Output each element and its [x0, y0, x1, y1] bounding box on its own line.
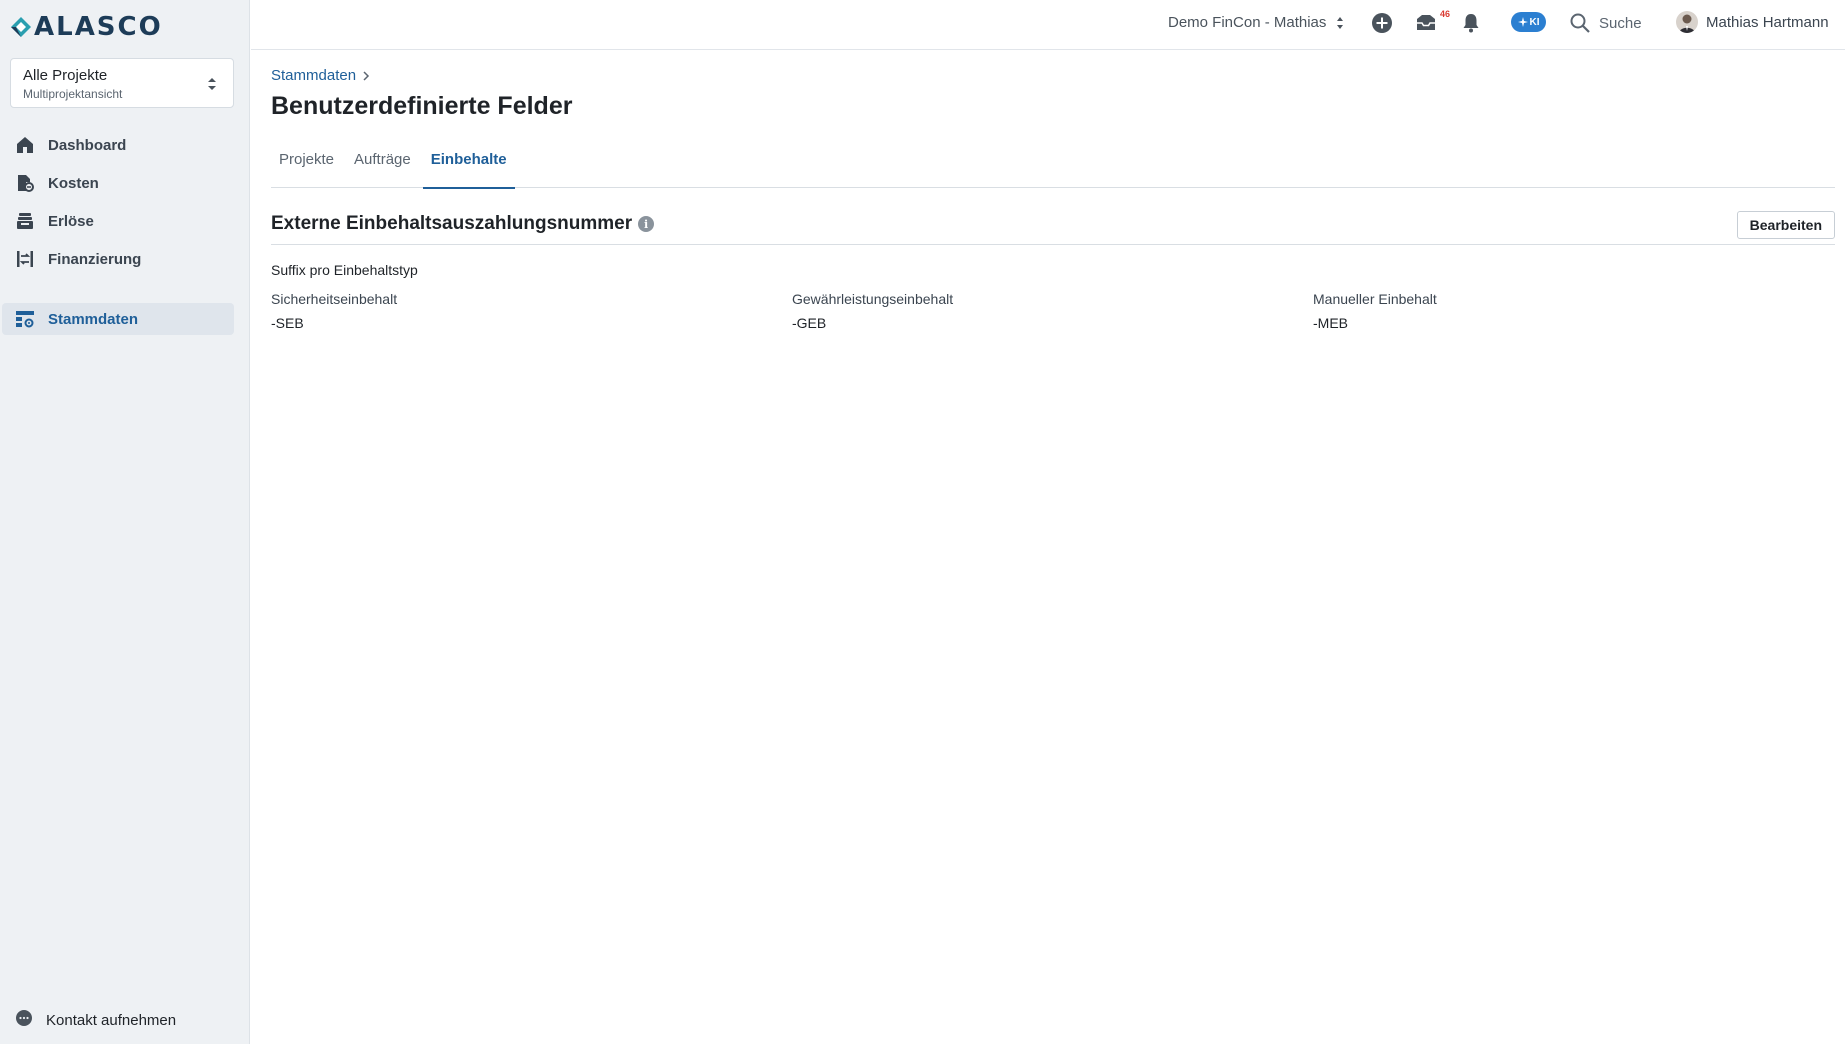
tab-auftraege[interactable]: Aufträge: [346, 144, 419, 188]
field-gewaehrleistungseinbehalt: Gewährleistungseinbehalt -GEB: [792, 291, 953, 331]
section-header: Externe Einbehaltsauszahlungsnummer i Be…: [271, 205, 1835, 245]
home-icon: [15, 135, 35, 155]
field-value: -MEB: [1313, 315, 1348, 331]
financing-icon: [15, 249, 35, 269]
section-title-text: Externe Einbehaltsauszahlungsnummer: [271, 213, 633, 234]
inbox-count-badge: 46: [1440, 9, 1451, 19]
sidebar-nav: Dashboard Kosten Erlöse Finanzierung Sta…: [0, 129, 250, 341]
inbox-icon[interactable]: [1414, 11, 1438, 35]
revenue-icon: [15, 211, 35, 231]
edit-button[interactable]: Bearbeiten: [1736, 211, 1835, 239]
field-value: -GEB: [792, 315, 827, 331]
contact-label: Kontakt aufnehmen: [46, 1011, 177, 1029]
search-icon: [1570, 13, 1590, 33]
chevron-right-icon: [363, 70, 370, 81]
sort-chevrons-icon: [208, 78, 216, 90]
user-menu[interactable]: Mathias Hartmann: [1676, 11, 1829, 33]
breadcrumb-link-stammdaten[interactable]: Stammdaten: [271, 67, 356, 84]
tab-einbehalte[interactable]: Einbehalte: [422, 144, 515, 189]
tab-projekte[interactable]: Projekte: [271, 144, 342, 188]
sidebar-item-dashboard[interactable]: Dashboard: [2, 129, 234, 161]
ai-assistant-button[interactable]: KI: [1511, 12, 1546, 32]
field-sicherheitseinbehalt: Sicherheitseinbehalt -SEB: [271, 291, 397, 331]
sidebar-item-label: Stammdaten: [48, 310, 139, 328]
field-label: Manueller Einbehalt: [1313, 291, 1437, 307]
project-selector-subtitle: Multiprojektansicht: [23, 87, 123, 101]
contact-button[interactable]: Kontakt aufnehmen: [2, 1004, 234, 1036]
search-button[interactable]: Suche: [1569, 12, 1642, 34]
field-manueller-einbehalt: Manueller Einbehalt -MEB: [1313, 291, 1437, 331]
sidebar-item-stammdaten[interactable]: Stammdaten: [2, 303, 234, 335]
sidebar-item-finanzierung[interactable]: Finanzierung: [2, 243, 234, 275]
section-title: Externe Einbehaltsauszahlungsnummer i: [271, 213, 655, 235]
sidebar-item-label: Kosten: [48, 174, 99, 192]
sidebar: ALASCO Alle Projekte Multiprojektansicht…: [0, 0, 250, 1044]
sidebar-item-label: Finanzierung: [48, 250, 142, 268]
sidebar-item-kosten[interactable]: Kosten: [2, 167, 234, 199]
master-data-icon: [15, 309, 35, 329]
app-logo[interactable]: ALASCO: [10, 12, 163, 42]
search-label: Suche: [1599, 14, 1642, 32]
sparkle-icon: [1517, 17, 1528, 27]
avatar: [1676, 11, 1698, 33]
field-label: Gewährleistungseinbehalt: [792, 291, 954, 307]
tenant-name: Demo FinCon - Mathias: [1168, 14, 1327, 31]
ai-assistant-label: KI: [1529, 16, 1540, 28]
bell-icon[interactable]: [1459, 11, 1483, 35]
info-icon[interactable]: i: [638, 216, 655, 232]
sidebar-item-erloese[interactable]: Erlöse: [2, 205, 234, 237]
tenant-switcher[interactable]: Demo FinCon - Mathias: [1168, 14, 1344, 31]
tab-bar: Projekte Aufträge Einbehalte: [271, 144, 1835, 189]
breadcrumb: Stammdaten: [271, 67, 370, 84]
logo-mark-icon: [11, 17, 31, 37]
sort-chevrons-icon: [1337, 16, 1344, 29]
add-circle-icon[interactable]: [1370, 11, 1394, 35]
project-selector-title: Alle Projekte: [23, 67, 108, 84]
logo-text: ALASCO: [34, 12, 163, 42]
cost-icon: [15, 173, 35, 193]
suffix-subheading: Suffix pro Einbehaltstyp: [271, 262, 418, 278]
field-label: Sicherheitseinbehalt: [271, 291, 398, 307]
sidebar-item-label: Dashboard: [48, 136, 127, 154]
project-selector[interactable]: Alle Projekte Multiprojektansicht: [10, 58, 234, 108]
user-name: Mathias Hartmann: [1706, 13, 1829, 31]
page-title: Benutzerdefinierte Felder: [271, 92, 573, 120]
chat-icon: [15, 1009, 33, 1031]
field-value: -SEB: [271, 315, 304, 331]
top-bar: Demo FinCon - Mathias 46 KI Suche Mathia…: [251, 0, 1845, 50]
sidebar-item-label: Erlöse: [48, 212, 94, 230]
